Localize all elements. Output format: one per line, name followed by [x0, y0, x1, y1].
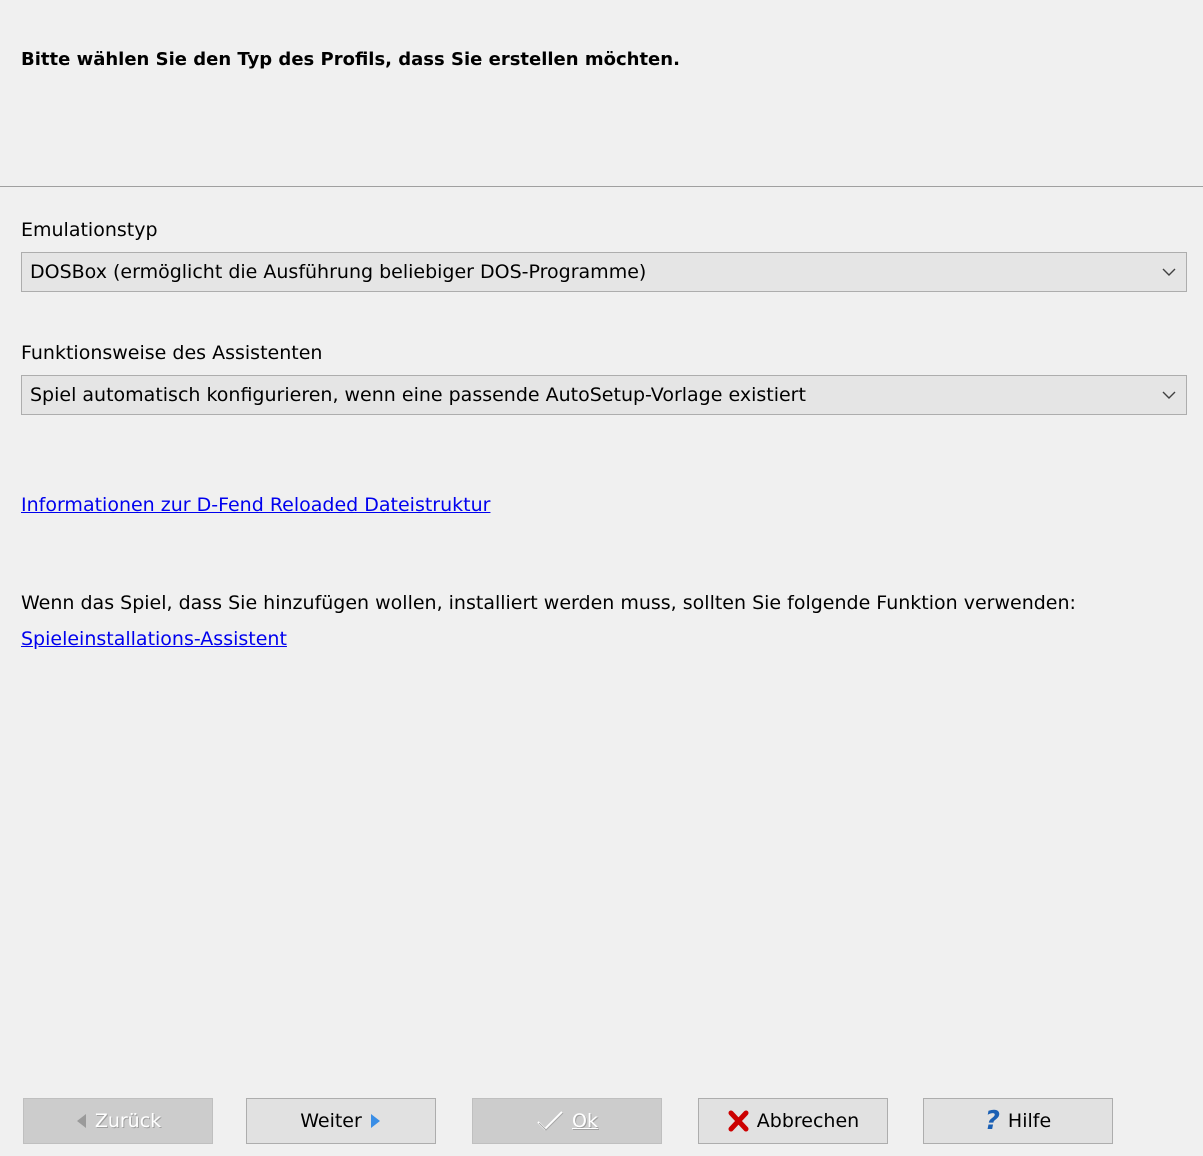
left-triangle-icon — [75, 1113, 87, 1129]
checkmark-icon — [536, 1110, 564, 1132]
page-title: Bitte wählen Sie den Typ des Profils, da… — [21, 49, 680, 70]
ok-button-label: Ok — [572, 1110, 598, 1132]
chevron-down-icon — [1162, 391, 1176, 399]
next-button-label: Weiter — [300, 1110, 362, 1132]
red-x-icon — [727, 1110, 749, 1132]
help-button[interactable]: ? Hilfe — [923, 1098, 1113, 1144]
install-hint-text: Wenn das Spiel, dass Sie hinzufügen woll… — [21, 592, 1076, 614]
wizard-mode-value: Spiel automatisch konfigurieren, wenn ei… — [30, 384, 806, 406]
next-button[interactable]: Weiter — [246, 1098, 436, 1144]
wizard-header: Bitte wählen Sie den Typ des Profils, da… — [0, 0, 1203, 187]
back-button[interactable]: Zurück — [23, 1098, 213, 1144]
ok-button[interactable]: Ok — [472, 1098, 662, 1144]
right-triangle-icon — [370, 1113, 382, 1129]
wizard-mode-label: Funktionsweise des Assistenten — [21, 342, 323, 364]
emulation-type-value: DOSBox (ermöglicht die Ausführung belieb… — [30, 261, 647, 283]
emulation-type-label: Emulationstyp — [21, 219, 158, 241]
emulation-type-select[interactable]: DOSBox (ermöglicht die Ausführung belieb… — [21, 252, 1187, 292]
cancel-button-label: Abbrechen — [756, 1110, 860, 1132]
file-structure-info-link[interactable]: Informationen zur D-Fend Reloaded Dateis… — [21, 494, 490, 516]
cancel-button[interactable]: Abbrechen — [698, 1098, 888, 1144]
question-mark-icon: ? — [984, 1106, 1000, 1136]
back-button-label: Zurück — [94, 1110, 162, 1132]
wizard-mode-select[interactable]: Spiel automatisch konfigurieren, wenn ei… — [21, 375, 1187, 415]
chevron-down-icon — [1162, 268, 1176, 276]
install-wizard-link[interactable]: Spieleinstallations-Assistent — [21, 628, 287, 650]
help-button-label: Hilfe — [1007, 1110, 1052, 1132]
